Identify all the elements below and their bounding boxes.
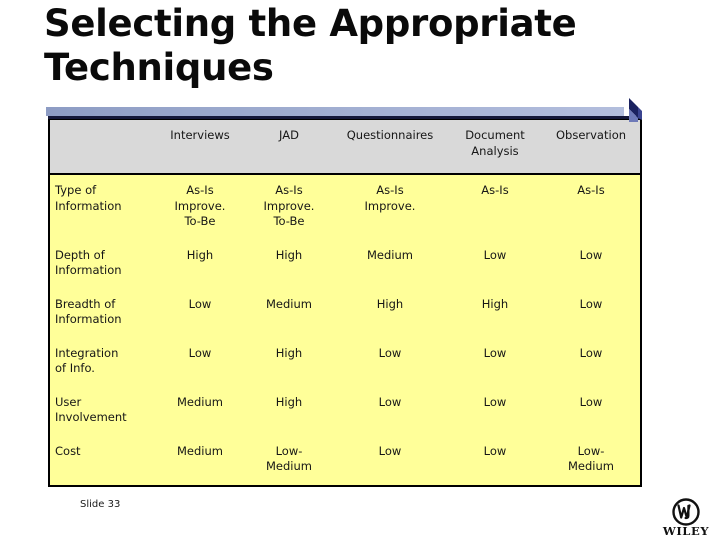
cell-cost-document-analysis: Low — [448, 435, 542, 485]
cell-cost-jad: Low- Medium — [246, 435, 332, 485]
row-label-breadth-of-information: Breadth of Information — [50, 288, 154, 338]
cell-user-jad: High — [246, 386, 332, 436]
cell-type-document-analysis: As-Is — [448, 174, 542, 240]
cell-depth-document-analysis: Low — [448, 239, 542, 289]
column-header-document-analysis: Document Analysis — [448, 120, 542, 176]
cell-integration-interviews: Low — [154, 337, 246, 387]
cell-cost-questionnaires: Low — [332, 435, 448, 485]
header-row: Interviews JAD Questionnaires Document A… — [50, 120, 640, 176]
wiley-logo: WILEY — [658, 498, 714, 538]
cell-integration-questionnaires: Low — [332, 337, 448, 387]
table-body: Type of Information As-Is Improve. To-Be… — [50, 174, 640, 485]
cell-cost-observation: Low- Medium — [542, 435, 640, 485]
underline-shadow — [48, 116, 640, 119]
cell-user-observation: Low — [542, 386, 640, 436]
slide-number-footer: Slide 33 — [80, 499, 121, 510]
table-row: Cost Medium Low- Medium Low Low Low- Med… — [50, 435, 640, 485]
cell-type-interviews: As-Is Improve. To-Be — [154, 174, 246, 240]
table-row: User Involvement Medium High Low Low Low — [50, 386, 640, 436]
wiley-wordmark: WILEY — [662, 524, 710, 538]
techniques-comparison-table: Interviews JAD Questionnaires Document A… — [48, 118, 642, 487]
wiley-logo-icon: WILEY — [662, 498, 710, 538]
left-accent-strip — [0, 0, 48, 540]
cell-user-interviews: Medium — [154, 386, 246, 436]
cell-cost-interviews: Medium — [154, 435, 246, 485]
page-title: Selecting the Appropriate Techniques — [44, 2, 577, 89]
table-row: Type of Information As-Is Improve. To-Be… — [50, 174, 640, 240]
cell-breadth-jad: Medium — [246, 288, 332, 338]
column-header-criteria — [50, 120, 154, 176]
table-row: Depth of Information High High Medium Lo… — [50, 239, 640, 289]
cell-type-jad: As-Is Improve. To-Be — [246, 174, 332, 240]
table-row: Integration of Info. Low High Low Low Lo… — [50, 337, 640, 387]
row-label-cost: Cost — [50, 435, 154, 485]
table-header: Interviews JAD Questionnaires Document A… — [50, 120, 640, 176]
column-header-interviews: Interviews — [154, 120, 246, 176]
matrix-table: Interviews JAD Questionnaires Document A… — [50, 120, 640, 485]
column-header-observation: Observation — [542, 120, 640, 176]
cell-integration-jad: High — [246, 337, 332, 387]
cell-user-questionnaires: Low — [332, 386, 448, 436]
arrow-icon — [629, 98, 642, 122]
cell-depth-interviews: High — [154, 239, 246, 289]
cell-depth-questionnaires: Medium — [332, 239, 448, 289]
cell-breadth-questionnaires: High — [332, 288, 448, 338]
underline-bar — [46, 107, 624, 116]
cell-depth-jad: High — [246, 239, 332, 289]
cell-type-observation: As-Is — [542, 174, 640, 240]
cell-type-questionnaires: As-Is Improve. — [332, 174, 448, 240]
row-label-user-involvement: User Involvement — [50, 386, 154, 436]
cell-breadth-observation: Low — [542, 288, 640, 338]
cell-depth-observation: Low — [542, 239, 640, 289]
cell-breadth-document-analysis: High — [448, 288, 542, 338]
table-row: Breadth of Information Low Medium High H… — [50, 288, 640, 338]
cell-integration-document-analysis: Low — [448, 337, 542, 387]
column-header-questionnaires: Questionnaires — [332, 120, 448, 176]
cell-breadth-interviews: Low — [154, 288, 246, 338]
row-label-type-of-information: Type of Information — [50, 174, 154, 240]
cell-user-document-analysis: Low — [448, 386, 542, 436]
column-header-jad: JAD — [246, 120, 332, 176]
row-label-depth-of-information: Depth of Information — [50, 239, 154, 289]
cell-integration-observation: Low — [542, 337, 640, 387]
title-underline-decoration — [46, 98, 642, 122]
row-label-integration-of-info: Integration of Info. — [50, 337, 154, 387]
